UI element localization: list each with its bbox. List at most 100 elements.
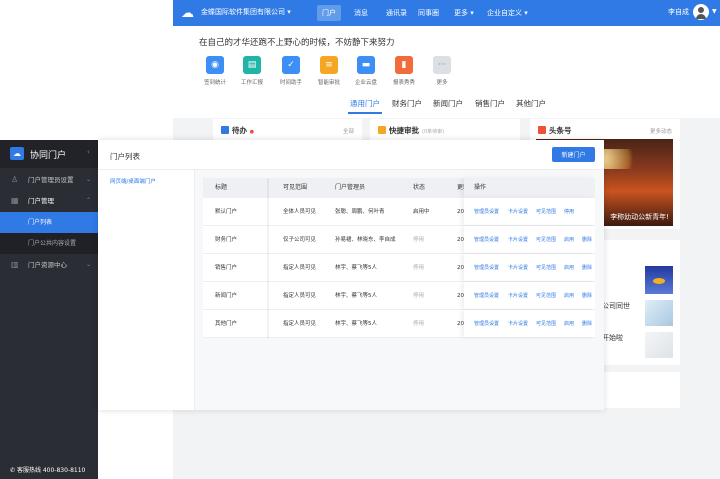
row-status: 停用 (413, 237, 425, 243)
app-report-show[interactable]: ▮ 报表秀秀 (384, 56, 424, 86)
table-row: 财务门户 仅子公司可见 孙易裙、林晓东、李自成 停用 2017 管理员设置 卡片… (203, 226, 595, 254)
card-settings-link[interactable]: 卡片设置 (508, 282, 528, 310)
app-cloud-drive[interactable]: ▬ 企业云盘 (346, 56, 386, 86)
sidebar-item-portal-management[interactable]: ▦ 门户管理 ⌃ (0, 191, 98, 211)
admin-settings-link[interactable]: 管理员设置 (474, 310, 499, 338)
enable-link[interactable]: 启用 (564, 226, 574, 254)
app-label: 时间助手 (279, 80, 302, 86)
app-more[interactable]: ··· 更多 (422, 56, 462, 86)
platform-filter: 网页端/桌面端门户 (98, 169, 195, 410)
todo-card-title: 待办 ● (221, 125, 254, 136)
admin-sidebar: ☁ 协同门户 ‹ ♙ 门户管理员设置 ⌄ ▦ 门户管理 ⌃ 门户列表 门户公共内… (0, 140, 98, 479)
card-settings-link[interactable]: 卡片设置 (508, 198, 528, 226)
visibility-link[interactable]: 可见范围 (536, 226, 556, 254)
app-time-assistant[interactable]: ✓ 时间助手 (271, 56, 311, 86)
sidebar-item-admin-settings[interactable]: ♙ 门户管理员设置 ⌄ (0, 170, 98, 190)
news-more-link[interactable]: 更多动态 (650, 127, 672, 135)
news-thumbnail[interactable] (645, 300, 673, 326)
delete-link[interactable]: 删除 (582, 282, 592, 310)
row-actions: 管理员设置 卡片设置 可见范围 启用 删除 (464, 282, 595, 309)
company-switcher[interactable]: 金蝶国际软件集团有限公司 ▾ (201, 7, 291, 17)
delete-link[interactable]: 删除 (582, 226, 592, 254)
visibility-link[interactable]: 可见范围 (536, 254, 556, 282)
tab-news-portal[interactable]: 新闻门户 (433, 98, 463, 109)
nav-portal[interactable]: 门户 (317, 5, 341, 21)
news-thumbnail[interactable] (645, 332, 673, 358)
bar-chart-icon: ▮ (395, 56, 413, 74)
sidebar-subitem-portal-list[interactable]: 门户列表 (0, 212, 98, 233)
app-report[interactable]: ▤ 工作汇报 (232, 56, 272, 86)
news-thumbnail[interactable] (645, 266, 673, 294)
app-label: 智能审批 (317, 80, 340, 86)
sidebar-subitem-public-content[interactable]: 门户公共内容设置 (0, 233, 98, 254)
visibility-link[interactable]: 可见范围 (536, 198, 556, 226)
admin-settings-link[interactable]: 管理员设置 (474, 226, 499, 254)
row-scope: 仅子公司可见 (283, 237, 317, 243)
tab-finance-portal[interactable]: 财务门户 (392, 98, 422, 109)
news-item-text[interactable]: 开始啦 (602, 333, 623, 343)
admin-settings-link[interactable]: 管理员设置 (474, 198, 499, 226)
row-status: 停用 (413, 321, 425, 327)
enable-link[interactable]: 启用 (564, 282, 574, 310)
row-admins: 林宇、蔡飞等5人 (335, 321, 377, 327)
delete-link[interactable]: 删除 (582, 254, 592, 282)
row-title: 财务门户 (215, 237, 238, 243)
breadcrumb[interactable]: 网页端/桌面端门户 (110, 177, 156, 185)
news-icon (538, 126, 546, 134)
avatar[interactable] (693, 4, 709, 20)
chevron-down-icon: ⌄ (86, 176, 92, 183)
page-title: 门户列表 (110, 152, 140, 161)
row-status: 停用 (413, 293, 425, 299)
row-title: 其他门户 (215, 321, 238, 327)
user-name[interactable]: 李自成 (668, 7, 689, 17)
row-title: 销售门户 (215, 265, 238, 271)
visibility-link[interactable]: 可见范围 (536, 282, 556, 310)
tab-general-portal[interactable]: 通用门户 (350, 98, 380, 109)
approval-card: 快捷审批 (0条待审) (370, 119, 520, 141)
collapse-icon[interactable]: ‹ (87, 148, 90, 156)
checkbox-icon (221, 126, 229, 134)
nav-messages[interactable]: 消息 (349, 5, 373, 21)
todo-all-link[interactable]: 全部 (343, 127, 354, 135)
motto-text: 在自己的才华还跑不上野心的时候，不妨静下来努力 (199, 38, 395, 48)
col-title: 标题 (215, 184, 228, 191)
nav-custom[interactable]: 企业自定义 ▾ (482, 5, 533, 21)
delete-link[interactable]: 删除 (582, 310, 592, 338)
col-actions: 操作 (474, 184, 487, 191)
sidebar-item-label: 门户管理员设置 (28, 176, 74, 184)
nav-colleagues[interactable]: 同事圈 (413, 5, 444, 21)
admin-settings-link[interactable]: 管理员设置 (474, 254, 499, 282)
chevron-up-icon: ⌃ (86, 197, 92, 204)
location-icon: ◉ (206, 56, 224, 74)
card-settings-link[interactable]: 卡片设置 (508, 226, 528, 254)
row-admins: 孙易裙、林晓东、李自成 (335, 237, 396, 243)
new-portal-button[interactable]: 新建门户 (552, 147, 595, 162)
app-label: 企业云盘 (354, 80, 377, 86)
nav-contacts[interactable]: 通讯录 (381, 5, 412, 21)
enable-link[interactable]: 启用 (564, 310, 574, 338)
card-settings-link[interactable]: 卡片设置 (508, 254, 528, 282)
tab-sales-portal[interactable]: 销售门户 (475, 98, 505, 109)
visibility-link[interactable]: 可见范围 (536, 310, 556, 338)
lightning-icon (378, 126, 386, 134)
enable-link[interactable]: 启用 (564, 254, 574, 282)
check-icon: ✓ (282, 56, 300, 74)
cloud-logo-icon: ☁ (181, 6, 194, 21)
news-item-text[interactable]: 公司同世 (602, 301, 630, 311)
card-settings-link[interactable]: 卡片设置 (508, 310, 528, 338)
disable-link[interactable]: 停用 (564, 198, 574, 226)
more-icon: ··· (433, 56, 451, 74)
nav-more[interactable]: 更多 ▾ (449, 5, 479, 21)
folder-icon: ▬ (357, 56, 375, 74)
admin-settings-link[interactable]: 管理员设置 (474, 282, 499, 310)
tab-other-portal[interactable]: 其他门户 (516, 98, 546, 109)
chevron-down-icon[interactable]: ▼ (712, 8, 717, 15)
document-icon: ≡ (320, 56, 338, 74)
row-scope: 指定人员可见 (283, 265, 317, 271)
app-checkin[interactable]: ◉ 签到统计 (195, 56, 235, 86)
table-row: 默认门户 全体人员可见 张聪、周鹏、何叶青 启用中 2017 管理员设置 卡片设… (203, 198, 595, 226)
row-scope: 指定人员可见 (283, 293, 317, 299)
sidebar-item-resource-center[interactable]: ▥ 门户资源中心 ⌄ (0, 255, 98, 275)
approval-card-title: 快捷审批 (0条待审) (378, 125, 444, 136)
app-approval[interactable]: ≡ 智能审批 (309, 56, 349, 86)
